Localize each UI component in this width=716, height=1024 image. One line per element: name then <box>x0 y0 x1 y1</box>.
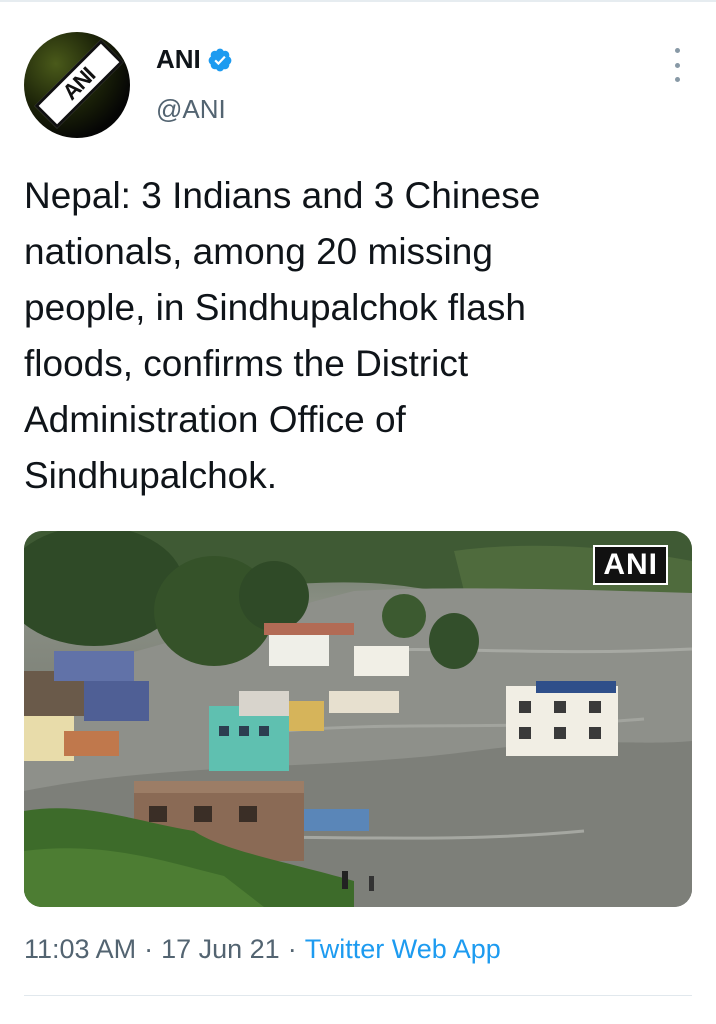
author-handle[interactable]: @ANI <box>156 94 226 125</box>
tweet-date[interactable]: 17 Jun 21 <box>161 934 280 965</box>
tweet-text: Nepal: 3 Indians and 3 Chinese nationals… <box>24 175 541 496</box>
flood-photo-illustration <box>24 531 692 907</box>
watermark-text: ANI <box>603 548 658 581</box>
more-vertical-icon[interactable] <box>666 48 688 82</box>
avatar[interactable]: ANI <box>24 32 130 138</box>
meta-separator: · <box>144 934 154 964</box>
verified-badge-icon <box>208 48 232 71</box>
tweet-meta: 11:03 AM · 17 Jun 21 · Twitter Web App <box>24 934 501 965</box>
tweet-time[interactable]: 11:03 AM <box>24 934 136 965</box>
tweet-card: ANI ANI @ANI Nepal: 3 Indians and 3 Chin… <box>0 0 716 1024</box>
top-divider <box>0 0 716 2</box>
tweet-source-link[interactable]: Twitter Web App <box>305 934 501 965</box>
bottom-divider <box>24 995 692 996</box>
author-name-row[interactable]: ANI <box>156 44 233 75</box>
avatar-logo-text: ANI <box>57 62 100 105</box>
ani-logo-icon: ANI <box>34 39 124 129</box>
meta-separator: · <box>287 934 297 964</box>
ani-watermark: ANI <box>593 545 668 585</box>
tweet-photo[interactable]: ANI <box>24 531 692 907</box>
display-name[interactable]: ANI <box>156 44 201 75</box>
